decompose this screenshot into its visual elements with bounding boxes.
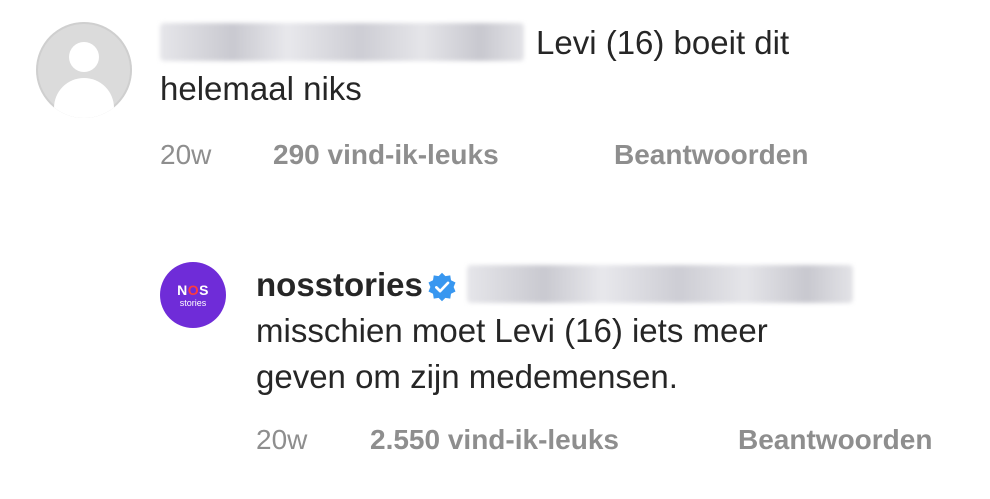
verified-badge-icon xyxy=(427,268,457,302)
blurred-mention[interactable] xyxy=(466,265,853,304)
reply-text-line2: geven om zijn medemensen. xyxy=(256,358,678,395)
nos-stories-avatar[interactable]: NOS stories xyxy=(160,262,226,328)
reply-text: nosstories misschien moet Levi (16) iets… xyxy=(256,262,956,400)
comment-timestamp: 20w xyxy=(160,139,212,170)
reply-button[interactable]: Beantwoorden xyxy=(738,424,932,456)
reply-timestamp: 20w xyxy=(256,424,308,455)
reply-button[interactable]: Beantwoorden xyxy=(614,139,808,171)
comment: Levi (16) boeit dit helemaal niks 20w 29… xyxy=(0,0,990,200)
likes-count-button[interactable]: 2.550 vind-ik-leuks xyxy=(370,424,619,456)
comment-text-line2: helemaal niks xyxy=(160,70,362,107)
nos-logo: NOS xyxy=(177,282,209,298)
likes-count-button[interactable]: 290 vind-ik-leuks xyxy=(273,139,499,171)
comment-text: Levi (16) boeit dit helemaal niks xyxy=(160,20,920,112)
default-avatar-icon[interactable] xyxy=(36,22,132,118)
reply-text-line1: misschien moet Levi (16) iets meer xyxy=(256,312,768,349)
comment-text-line1: Levi (16) boeit dit xyxy=(536,24,790,61)
nos-logo-sub: stories xyxy=(179,298,207,308)
blurred-username[interactable] xyxy=(160,23,524,62)
username-link[interactable]: nosstories xyxy=(256,266,423,303)
